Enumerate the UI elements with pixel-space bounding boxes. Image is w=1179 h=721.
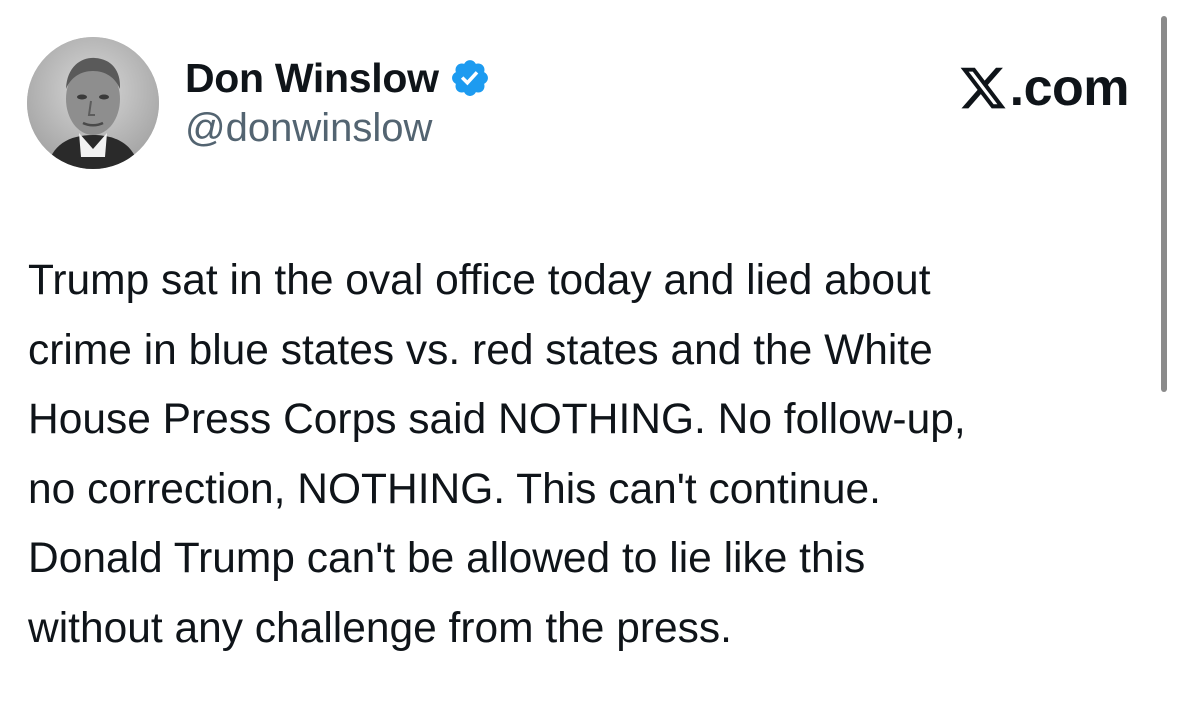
tweet-line: crime in blue states vs. red states and … xyxy=(28,326,933,374)
x-com-brand: .com xyxy=(958,56,1130,120)
author-photo-icon xyxy=(27,37,159,169)
author-name-row: Don Winslow xyxy=(185,52,491,104)
tweet-line: House Press Corps said NOTHING. No follo… xyxy=(28,396,966,443)
x-logo-icon xyxy=(958,63,1008,113)
author-handle[interactable]: @donwinslow xyxy=(185,106,432,151)
tweet-text: Trump sat in the oval office today and l… xyxy=(28,246,1148,663)
tweet-line: no correction, NOTHING. This can't conti… xyxy=(28,465,881,513)
scrollbar[interactable] xyxy=(1161,16,1167,392)
brand-domain-text: .com xyxy=(1009,59,1130,117)
author-display-name[interactable]: Don Winslow xyxy=(185,55,439,102)
tweet-line: Trump sat in the oval office today and l… xyxy=(28,257,931,304)
avatar[interactable] xyxy=(27,37,159,169)
verified-badge-icon[interactable] xyxy=(449,57,491,99)
tweet-line: Donald Trump can't be allowed to lie lik… xyxy=(28,535,866,582)
tweet-line: without any challenge from the press. xyxy=(28,604,732,652)
